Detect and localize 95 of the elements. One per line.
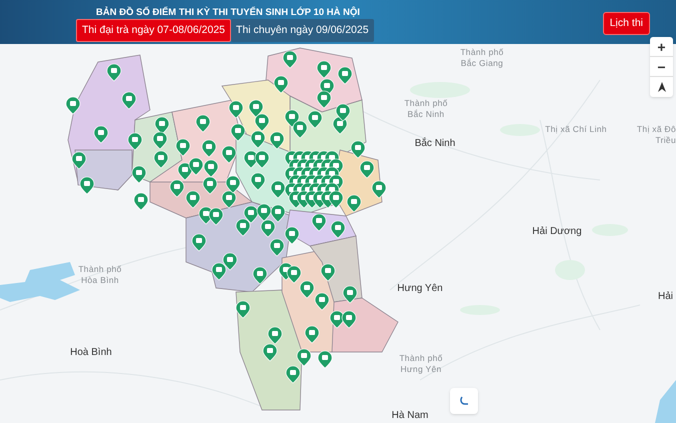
map-pin-icon[interactable] <box>262 344 278 362</box>
place-label: Hải <box>658 291 673 302</box>
place-label: Bắc Ninh <box>414 138 456 149</box>
map-pin-icon[interactable] <box>228 100 244 118</box>
map-pin-icon[interactable] <box>316 90 332 108</box>
map-pin-icon[interactable] <box>346 194 362 212</box>
place-label: Hưng Yên <box>400 364 442 374</box>
map-pin-icon[interactable] <box>202 140 216 158</box>
map-pin-icon[interactable] <box>360 160 374 178</box>
map-pin-icon[interactable] <box>192 234 206 252</box>
map-pin-icon[interactable] <box>284 226 300 244</box>
map-pin-icon[interactable] <box>270 180 286 198</box>
date-tab[interactable]: Thi chuyên ngày 09/06/2025 <box>231 19 374 42</box>
pin-cluster-drawing <box>284 150 344 208</box>
map-pin-icon[interactable] <box>122 92 136 110</box>
map-pin-icon[interactable] <box>350 140 366 158</box>
place-label: Bắc Giang <box>460 58 504 68</box>
place-label: Hưng Yên <box>397 283 443 294</box>
map-pin-icon[interactable] <box>230 124 246 142</box>
map-pin-icon[interactable] <box>252 266 268 284</box>
map-title: BẢN ĐỒ SỐ ĐIỂM THI KỲ THI TUYỂN SINH LỚP 10 HÀ NỘI <box>95 6 360 19</box>
place-label: Thị xã Đô <box>636 124 676 134</box>
schedule-button[interactable]: Lịch thi <box>602 12 650 35</box>
map-pin-icon[interactable] <box>256 204 272 222</box>
map-pin-icon[interactable] <box>292 120 308 138</box>
map-pin-icon[interactable] <box>222 190 236 208</box>
map-pin-icon[interactable] <box>106 64 122 82</box>
place-label: Thành phố <box>460 47 504 57</box>
map-pin-icon[interactable] <box>336 104 350 122</box>
layers-button[interactable] <box>450 388 478 414</box>
map-pin-icon[interactable] <box>254 150 270 168</box>
map-pin-icon[interactable] <box>338 66 352 84</box>
place-label: Bắc Ninh <box>408 109 444 119</box>
map-pin-icon[interactable] <box>254 114 270 132</box>
map-pin-icon[interactable] <box>72 152 86 170</box>
place-label: Thành phố <box>78 264 122 274</box>
curve-icon <box>459 396 469 406</box>
map-pin-icon[interactable] <box>270 204 286 222</box>
map-pin-icon[interactable] <box>188 158 204 176</box>
map-pin-icon[interactable] <box>316 60 332 78</box>
map-pin-icon[interactable] <box>226 176 240 194</box>
map-pin-icon[interactable] <box>304 326 320 344</box>
map-pin-icon[interactable] <box>260 220 276 238</box>
zoom-in-button[interactable]: + <box>650 37 673 57</box>
map-pin-icon[interactable] <box>154 150 168 168</box>
map-pin-icon[interactable] <box>296 348 312 366</box>
place-label: Thành phố <box>399 353 443 363</box>
map-pin-icon[interactable] <box>204 160 218 178</box>
map-pin-icon[interactable] <box>372 180 386 198</box>
map-pin-icon[interactable] <box>308 110 322 128</box>
zoom-out-button[interactable]: − <box>650 57 673 77</box>
map-pin-icon[interactable] <box>312 214 326 232</box>
place-label: Thị xã Chí Linh <box>545 124 607 134</box>
date-tab[interactable]: Thi đại trà ngày 07-08/06/2025 <box>76 19 232 42</box>
map-pin-icon[interactable] <box>94 126 108 144</box>
north-arrow-icon <box>658 82 666 92</box>
map-pin-icon[interactable] <box>286 266 302 284</box>
map-pin-icon[interactable] <box>196 114 210 132</box>
map-pin-icon[interactable] <box>250 172 266 190</box>
map-pin-icon[interactable] <box>208 208 224 226</box>
map-pin-icon[interactable] <box>134 192 148 210</box>
place-label: Hà Nam <box>392 410 428 421</box>
map-pin-icon[interactable] <box>202 176 218 194</box>
map-pin-icon[interactable] <box>270 132 284 150</box>
place-label: Hoà Bình <box>70 347 112 358</box>
map-pin-icon[interactable] <box>186 190 200 208</box>
map-pin-icon[interactable] <box>268 326 282 344</box>
place-label: Thành phố <box>404 98 448 108</box>
map-pin-icon[interactable] <box>282 50 298 68</box>
map-pin-icon[interactable] <box>270 238 284 256</box>
map-pin-icon[interactable] <box>320 264 336 282</box>
map-pin-icon[interactable] <box>274 76 288 94</box>
lake-drawing <box>655 380 676 423</box>
map-pin-icon[interactable] <box>314 292 330 310</box>
map-pin-icon[interactable] <box>286 366 300 384</box>
map-pin-icon[interactable] <box>236 218 250 236</box>
map-pin-icon[interactable] <box>80 176 94 194</box>
map-pin-icon[interactable] <box>236 300 250 318</box>
map-pin-icon[interactable] <box>342 286 358 304</box>
map-pin-icon[interactable] <box>176 138 190 156</box>
map-pin-icon[interactable] <box>250 130 266 148</box>
map-pin-icon[interactable] <box>170 180 184 198</box>
place-label: Hòa Bình <box>81 275 119 285</box>
map-pin-icon[interactable] <box>212 262 226 280</box>
place-label: Triều <box>655 135 676 145</box>
place-label: Hải Dương <box>532 226 582 237</box>
map-pin-icon[interactable] <box>66 96 80 114</box>
map-pin-icon[interactable] <box>132 166 146 184</box>
map-pin-icon[interactable] <box>318 350 332 368</box>
map-pin-icon[interactable] <box>222 146 236 164</box>
map-pin-icon[interactable] <box>128 132 142 150</box>
map-pin-icon[interactable] <box>330 220 346 238</box>
map-pin-icon[interactable] <box>342 310 356 328</box>
map-pin-icon[interactable] <box>300 280 314 298</box>
map-pin-icon[interactable] <box>152 132 168 150</box>
